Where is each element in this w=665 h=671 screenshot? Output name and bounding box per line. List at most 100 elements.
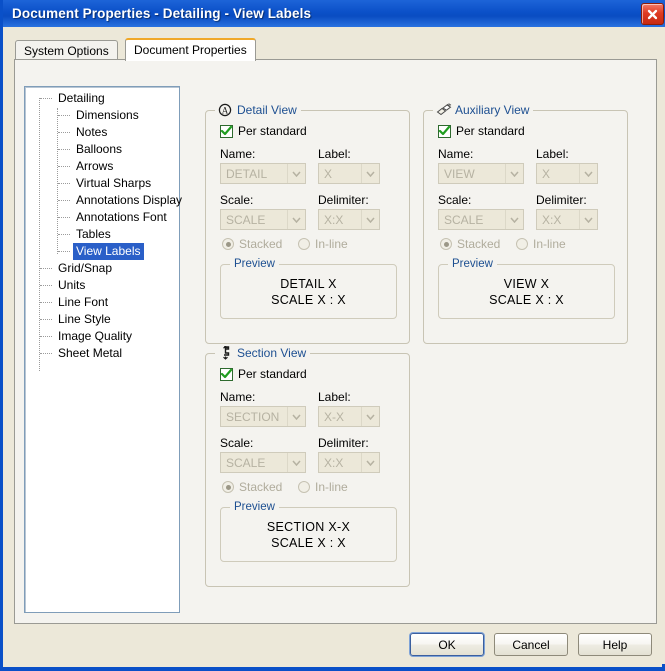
section-preview-body: SECTION X-X SCALE X : X <box>221 508 396 561</box>
detail-stacked-label: Stacked <box>239 237 283 251</box>
detail-view-caption: A Detail View <box>215 102 301 118</box>
tree-item-view-labels[interactable]: View Labels <box>25 243 179 260</box>
tree-item-label: Virtual Sharps <box>76 176 152 190</box>
auxiliary-per-standard-checkbox[interactable]: Per standard <box>438 124 525 138</box>
window-title: Document Properties - Detailing - View L… <box>12 6 312 21</box>
chevron-down-icon <box>505 210 523 229</box>
tab-document-properties[interactable]: Document Properties <box>125 38 256 61</box>
chevron-down-icon <box>361 407 379 426</box>
section-stacked-radio[interactable]: Stacked <box>222 480 282 494</box>
svg-text:A: A <box>222 106 229 116</box>
section-per-standard-label: Per standard <box>238 367 307 381</box>
tree-item-grid-snap[interactable]: Grid/Snap <box>25 260 179 277</box>
section-delimiter-value: X:X <box>324 455 344 470</box>
chevron-down-icon <box>287 210 305 229</box>
auxiliary-stacked-label: Stacked <box>457 237 501 251</box>
detail-scale-combo[interactable]: SCALE <box>220 209 306 230</box>
section-delimiter-combo[interactable]: X:X <box>318 452 380 473</box>
tree-item-dimensions[interactable]: Dimensions <box>25 107 179 124</box>
chevron-down-icon <box>579 164 597 183</box>
tree-item-line-style[interactable]: Line Style <box>25 311 179 328</box>
chevron-down-icon <box>505 164 523 183</box>
checkbox-box <box>438 124 451 138</box>
section-view-title: Section View <box>237 346 307 360</box>
section-scale-label: Scale: <box>220 436 254 450</box>
auxiliary-view-group: Auxiliary View Per standard Name: Label:… <box>423 102 628 344</box>
auxiliary-label-combo[interactable]: X <box>536 163 598 184</box>
auxiliary-scale-combo[interactable]: SCALE <box>438 209 524 230</box>
auxiliary-preview-line1: VIEW X <box>503 276 550 291</box>
detail-per-standard-label: Per standard <box>238 124 307 138</box>
detail-label-combo[interactable]: X <box>318 163 380 184</box>
section-label-value: X-X <box>324 409 345 424</box>
detail-view-title: Detail View <box>237 103 297 117</box>
chevron-down-icon <box>287 407 305 426</box>
tree-item-label: Arrows <box>76 159 114 173</box>
auxiliary-label-label: Label: <box>536 147 569 161</box>
help-button-label: Help <box>602 637 628 652</box>
auxiliary-inline-radio[interactable]: In-line <box>516 237 566 251</box>
tree-item-sheet-metal[interactable]: Sheet Metal <box>25 345 179 362</box>
auxiliary-stacked-radio[interactable]: Stacked <box>440 237 500 251</box>
tree-item-image-quality[interactable]: Image Quality <box>25 328 179 345</box>
tree-item-annotations-display[interactable]: Annotations Display <box>25 192 182 209</box>
detail-scale-value: SCALE <box>226 212 266 227</box>
radio-dot <box>440 238 452 250</box>
tree-item-arrows[interactable]: Arrows <box>25 158 179 175</box>
tree-item-balloons[interactable]: Balloons <box>25 141 179 158</box>
tab-system-options[interactable]: System Options <box>15 40 118 60</box>
detail-label-label: Label: <box>318 147 351 161</box>
section-per-standard-checkbox[interactable]: Per standard <box>220 367 307 381</box>
tree-item-annotations-font[interactable]: Annotations Font <box>25 209 179 226</box>
section-view-group: Section View Per standard Name: Label: S… <box>205 345 410 587</box>
detail-label-value: X <box>324 166 333 181</box>
close-icon[interactable] <box>641 3 664 25</box>
tree-item-virtual-sharps[interactable]: Virtual Sharps <box>25 175 179 192</box>
tree-item-detailing[interactable]: Detailing <box>25 90 179 107</box>
tree-item-units[interactable]: Units <box>25 277 179 294</box>
detail-per-standard-checkbox[interactable]: Per standard <box>220 124 307 138</box>
auxiliary-view-caption: Auxiliary View <box>433 102 534 118</box>
tree-item-notes[interactable]: Notes <box>25 124 179 141</box>
dialog-body: System Options Document Properties Detai… <box>6 27 665 664</box>
detail-stacked-radio[interactable]: Stacked <box>222 237 282 251</box>
tree-item-label: View Labels <box>73 243 144 260</box>
chevron-down-icon <box>361 453 379 472</box>
detail-view-group: A Detail View Per standard Name: Label: <box>205 102 410 344</box>
auxiliary-name-value: VIEW <box>444 166 475 181</box>
settings-tree[interactable]: Detailing Dimensions Notes Balloons Arro… <box>24 86 182 613</box>
tree-item-label: Line Font <box>58 295 109 309</box>
auxiliary-preview-line2: SCALE X : X <box>489 292 564 307</box>
auxiliary-delimiter-combo[interactable]: X:X <box>536 209 598 230</box>
tree-item-label: Units <box>58 278 86 292</box>
tree-item-label: Grid/Snap <box>58 261 113 275</box>
section-view-caption: Section View <box>215 345 311 361</box>
section-inline-label: In-line <box>315 480 348 494</box>
cancel-button-label: Cancel <box>512 637 550 652</box>
ok-button[interactable]: OK <box>410 633 484 656</box>
section-inline-radio[interactable]: In-line <box>298 480 348 494</box>
tree-item-tables[interactable]: Tables <box>25 226 179 243</box>
cancel-button[interactable]: Cancel <box>494 633 568 656</box>
checkbox-box <box>220 367 233 381</box>
detail-preview-body: DETAIL X SCALE X : X <box>221 265 396 318</box>
auxiliary-name-combo[interactable]: VIEW <box>438 163 524 184</box>
detail-preview-box: Preview DETAIL X SCALE X : X <box>220 257 397 319</box>
tree-item-label: Tables <box>76 227 111 241</box>
tree-item-line-font[interactable]: Line Font <box>25 294 179 311</box>
detail-inline-radio[interactable]: In-line <box>298 237 348 251</box>
detail-name-combo[interactable]: DETAIL <box>220 163 306 184</box>
radio-dot <box>298 481 310 493</box>
auxiliary-view-title: Auxiliary View <box>455 103 530 117</box>
help-button[interactable]: Help <box>578 633 652 656</box>
auxiliary-scale-value: SCALE <box>444 212 484 227</box>
detail-delimiter-combo[interactable]: X:X <box>318 209 380 230</box>
section-label-combo[interactable]: X-X <box>318 406 380 427</box>
tree-item-label: Dimensions <box>76 108 139 122</box>
section-stacked-label: Stacked <box>239 480 283 494</box>
section-delimiter-label: Delimiter: <box>318 436 369 450</box>
section-scale-combo[interactable]: SCALE <box>220 452 306 473</box>
section-name-combo[interactable]: SECTION <box>220 406 306 427</box>
auxiliary-view-icon <box>435 103 452 118</box>
section-preview-line2: SCALE X : X <box>271 535 346 550</box>
